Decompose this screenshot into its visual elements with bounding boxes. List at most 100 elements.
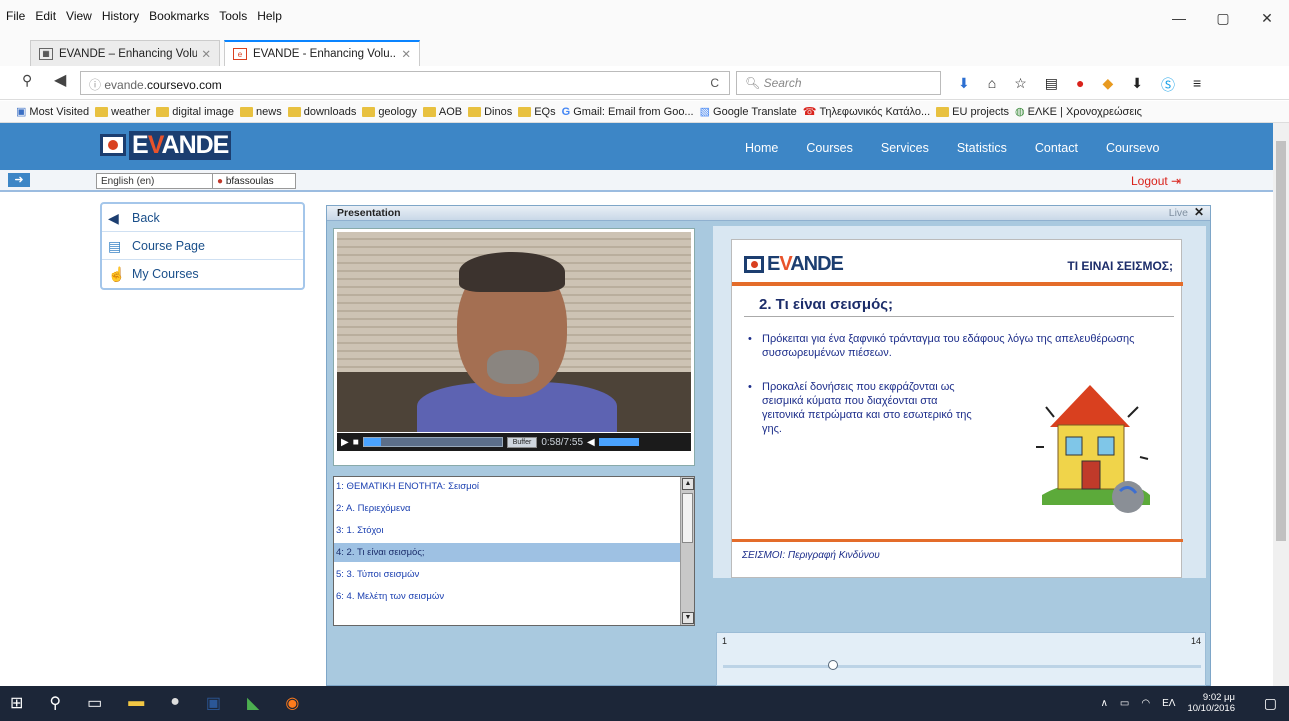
bookmark-most-visited[interactable]: ▣ Most Visited xyxy=(16,105,89,119)
nav-coursevo[interactable]: Coursevo xyxy=(1106,141,1160,155)
download-manager-icon[interactable]: ⬇ xyxy=(1131,75,1143,95)
wifi-icon[interactable]: ◠ xyxy=(1141,698,1150,709)
user-badge[interactable]: ● bfassoulas xyxy=(212,173,296,189)
bookmark-label: Google Translate xyxy=(713,105,797,118)
extension-icon[interactable]: ◆ xyxy=(1102,75,1113,95)
page-scrollbar[interactable] xyxy=(1273,123,1289,686)
bookmark-google-translate[interactable]: ▧ Google Translate xyxy=(700,105,797,119)
menu-bookmarks[interactable]: Bookmarks xyxy=(149,9,209,23)
battery-icon[interactable]: ▭ xyxy=(1120,698,1129,709)
system-tray: ∧ ▭ ◠ ΕΛ 9:02 μμ 10/10/2016 xyxy=(1101,692,1235,714)
volume-icon[interactable]: ◀ xyxy=(587,437,595,448)
windows-start-icon[interactable]: ⊞ xyxy=(10,693,23,713)
presentation-titlebar: Presentation Live ✕ xyxy=(327,205,1210,221)
menu-tools[interactable]: Tools xyxy=(219,9,247,23)
search-icon: 🔍︎ xyxy=(745,76,764,90)
scroll-down-icon[interactable]: ▼ xyxy=(682,612,694,624)
menu-edit[interactable]: Edit xyxy=(35,9,56,23)
logout-link[interactable]: Logout ⇥ xyxy=(1131,174,1181,188)
search-icon[interactable]: ⚲ xyxy=(49,693,61,713)
download-icon[interactable]: ⬇ xyxy=(958,75,970,95)
skype-icon[interactable]: Ⓢ xyxy=(1161,75,1175,95)
list-item[interactable]: 3: 1. Στόχοι xyxy=(334,521,694,541)
back-arrow-icon[interactable]: ◀ xyxy=(54,70,66,90)
tab-evande-2[interactable]: e EVANDE - Enhancing Volu... ✕ xyxy=(224,40,420,66)
folder-icon xyxy=(240,106,254,117)
bookmark-geology[interactable]: geology xyxy=(362,106,417,118)
bookmark-eu-projects[interactable]: EU projects xyxy=(936,106,1009,118)
input-language[interactable]: ΕΛ xyxy=(1162,698,1175,709)
tab-evande-1[interactable]: ▦ EVANDE – Enhancing Volu... ✕ xyxy=(30,40,220,66)
bookmark-digital-image[interactable]: digital image xyxy=(156,106,234,118)
menu-help[interactable]: Help xyxy=(257,9,282,23)
nav-services[interactable]: Services xyxy=(881,141,929,155)
bookmark-news[interactable]: news xyxy=(240,106,282,118)
seek-bar[interactable] xyxy=(362,437,503,447)
chrome-icon[interactable]: ● xyxy=(170,693,180,713)
course-page-link[interactable]: ▤ Course Page xyxy=(102,232,303,260)
bookmark-eqs[interactable]: EQs xyxy=(518,106,556,118)
scroll-thumb[interactable] xyxy=(682,493,693,543)
slide-header: ΤΙ ΕΙΝΑΙ ΣΕΙΣΜΟΣ; xyxy=(1067,259,1173,273)
nav-home[interactable]: Home xyxy=(745,141,778,155)
slide-list-scrollbar[interactable]: ▲ ▼ xyxy=(680,477,694,625)
pager-track[interactable] xyxy=(723,665,1201,668)
hamburger-menu-icon[interactable]: ≡ xyxy=(1193,75,1201,95)
logo-accent: V xyxy=(779,253,791,275)
minimize-button[interactable]: — xyxy=(1157,0,1201,36)
list-item[interactable]: 5: 3. Τύποι σεισμών xyxy=(334,565,694,585)
clock-date: 10/10/2016 xyxy=(1187,703,1235,714)
file-explorer-icon[interactable]: ▬ xyxy=(128,693,144,713)
reload-icon[interactable]: C xyxy=(710,76,719,90)
bookmark-weather[interactable]: weather xyxy=(95,106,150,118)
my-courses-link[interactable]: ☝ My Courses xyxy=(102,260,303,288)
close-presentation-icon[interactable]: ✕ xyxy=(1194,205,1204,219)
adblock-icon[interactable]: ● xyxy=(1076,75,1084,95)
pager-slider-handle[interactable] xyxy=(828,660,839,670)
word-icon[interactable]: ▣ xyxy=(206,693,221,713)
nav-contact[interactable]: Contact xyxy=(1035,141,1078,155)
bookmark-star-icon[interactable]: ☆ xyxy=(1014,75,1027,95)
evande-logo[interactable]: EVANDE xyxy=(100,130,232,160)
identity-icon[interactable]: ⚲ xyxy=(22,72,32,89)
volume-slider[interactable] xyxy=(598,438,639,446)
menu-file[interactable]: File xyxy=(6,9,25,23)
clock[interactable]: 9:02 μμ 10/10/2016 xyxy=(1187,692,1235,714)
menu-history[interactable]: History xyxy=(102,9,139,23)
bookmark-aob[interactable]: AOB xyxy=(422,106,462,118)
reading-list-icon[interactable]: ▤ xyxy=(1045,75,1058,95)
app-green-icon[interactable]: ◣ xyxy=(247,693,259,713)
task-view-icon[interactable]: ▭ xyxy=(87,693,102,713)
back-button[interactable]: ◀ Back xyxy=(102,204,303,232)
search-input[interactable]: 🔍︎ Search xyxy=(736,71,941,95)
bookmark-phonebook[interactable]: ☎ Τηλεφωνικός Κατάλο... xyxy=(803,105,931,119)
scroll-up-icon[interactable]: ▲ xyxy=(682,478,694,490)
bookmark-gmail[interactable]: G Gmail: Email from Goo... xyxy=(562,106,694,118)
bookmark-label: Τηλεφωνικός Κατάλο... xyxy=(819,105,931,118)
close-window-button[interactable]: ✕ xyxy=(1245,0,1289,36)
stop-icon[interactable]: ■ xyxy=(353,437,359,448)
firefox-icon[interactable]: ◉ xyxy=(285,693,299,713)
video-frame[interactable] xyxy=(337,232,691,432)
list-item[interactable]: 1: ΘΕΜΑΤΙΚΗ ΕΝΟΤΗΤΑ: Σεισμοί xyxy=(334,477,694,497)
list-item-selected[interactable]: 4: 2. Τι είναι σεισμός; xyxy=(334,543,694,563)
list-item[interactable]: 6: 4. Μελέτη των σεισμών xyxy=(334,587,694,607)
page-scroll-thumb[interactable] xyxy=(1276,141,1286,541)
sidebar-toggle-arrow-icon[interactable]: ➜ xyxy=(8,173,30,187)
list-item[interactable]: 2: Α. Περιεχόμενα xyxy=(334,499,694,519)
language-select[interactable]: English (en) ▾ xyxy=(96,173,231,189)
home-icon[interactable]: ⌂ xyxy=(988,75,996,95)
tab-close-icon[interactable]: ✕ xyxy=(401,47,411,61)
tab-close-icon[interactable]: ✕ xyxy=(201,47,211,61)
bookmark-dinos[interactable]: Dinos xyxy=(468,106,512,118)
notifications-icon[interactable]: ▢ xyxy=(1264,695,1277,712)
bookmark-downloads[interactable]: downloads xyxy=(287,106,356,118)
maximize-button[interactable]: ▢ xyxy=(1201,0,1245,36)
chevron-up-icon[interactable]: ∧ xyxy=(1101,698,1108,709)
url-bar[interactable]: ⓘ evande.coursevo.com C xyxy=(80,71,730,95)
play-icon[interactable]: ▶ xyxy=(341,437,349,448)
menu-view[interactable]: View xyxy=(66,9,92,23)
nav-statistics[interactable]: Statistics xyxy=(957,141,1007,155)
bookmark-elke[interactable]: ◍ ΕΛΚΕ | Χρονοχρεώσεις xyxy=(1015,105,1142,119)
nav-courses[interactable]: Courses xyxy=(806,141,853,155)
